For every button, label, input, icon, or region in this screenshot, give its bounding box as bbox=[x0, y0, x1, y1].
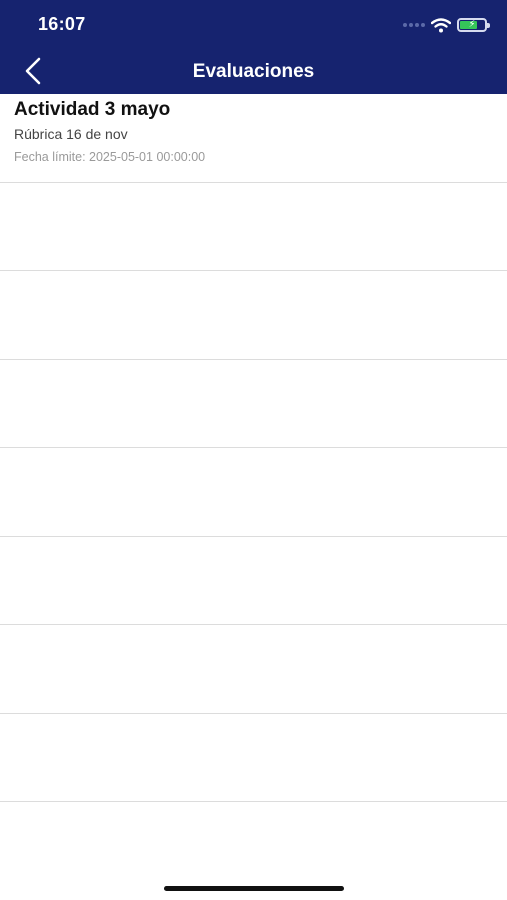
evaluation-title: Actividad 3 mayo bbox=[14, 99, 171, 120]
charging-bolt-icon: ⚡ bbox=[468, 19, 476, 30]
app-screen: 16:07 ⚡ Evaluaciones Actividad 3 mayo Rú… bbox=[0, 0, 507, 900]
signal-dots-icon bbox=[403, 23, 425, 27]
evaluation-rubric: Rúbrica 16 de nov bbox=[14, 126, 128, 142]
empty-list-row bbox=[0, 182, 507, 271]
evaluations-list: Actividad 3 mayo Rúbrica 16 de nov Fecha… bbox=[0, 94, 507, 802]
wifi-icon bbox=[431, 17, 451, 33]
empty-list-row bbox=[0, 448, 507, 537]
status-time: 16:07 bbox=[38, 14, 86, 34]
header: 16:07 ⚡ Evaluaciones bbox=[0, 0, 507, 94]
empty-list-row bbox=[0, 536, 507, 625]
empty-list-row bbox=[0, 359, 507, 448]
home-indicator[interactable] bbox=[164, 886, 344, 891]
empty-list-row bbox=[0, 713, 507, 802]
empty-list-row bbox=[0, 271, 507, 360]
evaluation-item[interactable]: Actividad 3 mayo Rúbrica 16 de nov Fecha… bbox=[0, 94, 507, 183]
empty-list-row bbox=[0, 625, 507, 714]
battery-charging-icon: ⚡ bbox=[457, 18, 490, 32]
status-icons: ⚡ bbox=[403, 15, 490, 35]
evaluation-deadline: Fecha límite: 2025-05-01 00:00:00 bbox=[14, 150, 206, 164]
page-title: Evaluaciones bbox=[192, 61, 315, 82]
